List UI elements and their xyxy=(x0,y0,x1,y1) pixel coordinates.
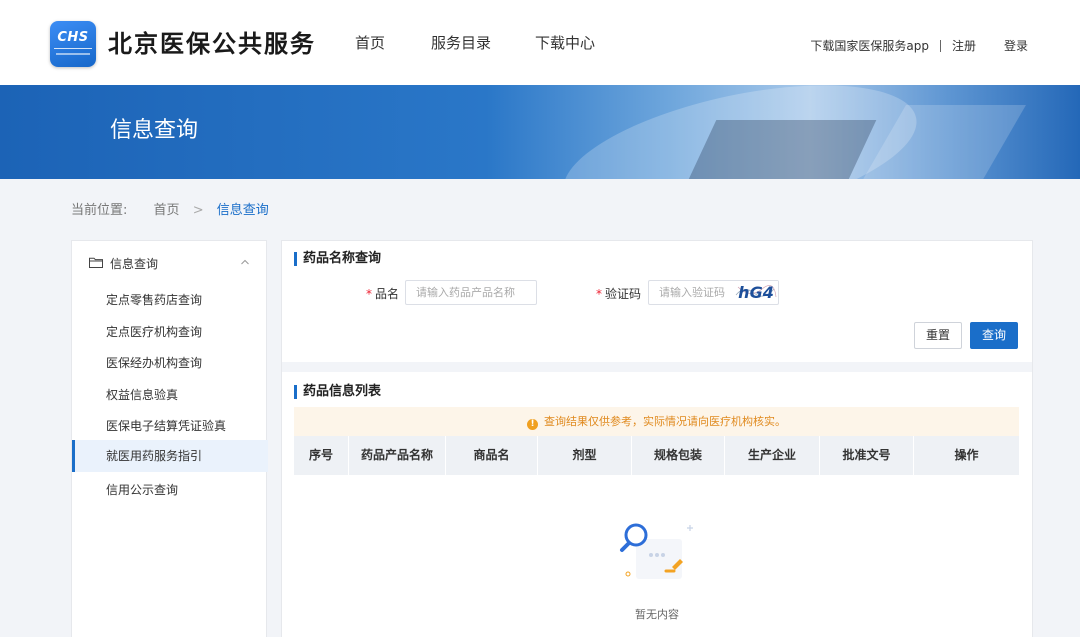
column-header-actions: 操作 xyxy=(954,448,979,462)
list-section-title: 药品信息列表 xyxy=(294,383,381,401)
required-mark: * xyxy=(366,287,372,301)
site-header: CHS 北京医保公共服务 首页 服务目录 下载中心 下载国家医保服务app 注册… xyxy=(0,0,1080,85)
column-header-manufacturer: 生产企业 xyxy=(725,436,820,475)
nav-download-center[interactable]: 下载中心 xyxy=(535,33,595,53)
column-header-product-name: 药品产品名称 xyxy=(349,436,446,475)
section-divider xyxy=(282,362,1032,372)
captcha-text: hG4 xyxy=(738,283,774,302)
link-separator xyxy=(939,40,941,52)
sidebar-item-medical-institution[interactable]: 定点医疗机构查询 xyxy=(72,316,268,348)
breadcrumb: 当前位置: 首页 > 信息查询 xyxy=(71,202,269,220)
breadcrumb-arrow: > xyxy=(192,203,204,218)
logo-stripe-2 xyxy=(56,53,90,55)
logo-text: CHS xyxy=(57,30,89,45)
sidebar-item-insurance-agency[interactable]: 医保经办机构查询 xyxy=(72,347,268,379)
sidebar: 信息查询 定点零售药店查询 定点医疗机构查询 医保经办机构查询 权益信息验真 医… xyxy=(71,240,268,637)
sidebar-item-retail-pharmacy[interactable]: 定点零售药店查询 xyxy=(72,284,268,316)
main-panel: 药品名称查询 *品名 *验证码 hG4 重置 查询 药品信息列表 !查询结果仅供… xyxy=(281,240,1033,637)
warning-icon: ! xyxy=(527,419,538,430)
name-label-text: 品名 xyxy=(375,287,400,301)
sidebar-item-credit-disclosure[interactable]: 信用公示查询 xyxy=(72,474,268,506)
site-title: 北京医保公共服务 xyxy=(108,30,316,58)
name-field-label: * 品名 xyxy=(366,285,399,303)
nav-service-catalog[interactable]: 服务目录 xyxy=(431,33,491,53)
empty-state-text: 暂无内容 xyxy=(635,608,679,621)
banner-title: 信息查询 xyxy=(110,118,199,143)
download-app-link[interactable]: 下载国家医保服务app xyxy=(810,38,929,54)
breadcrumb-current: 信息查询 xyxy=(216,203,269,218)
sidebar-item-rights-verify[interactable]: 权益信息验真 xyxy=(72,379,268,411)
query-button[interactable]: 查询 xyxy=(970,322,1018,349)
notice-text: 查询结果仅供参考，实际情况请向医疗机构核实。 xyxy=(544,415,786,428)
column-header-approval-number: 批准文号 xyxy=(820,436,914,475)
chevron-up-icon[interactable] xyxy=(240,258,250,266)
column-header-specification: 规格包装 xyxy=(632,436,725,475)
sidebar-group-label: 信息查询 xyxy=(110,257,159,271)
nav-home[interactable]: 首页 xyxy=(355,33,385,53)
captcha-image[interactable]: hG4 xyxy=(734,281,778,303)
empty-state-illustration xyxy=(620,523,693,579)
breadcrumb-label: 当前位置: xyxy=(71,203,128,218)
drug-name-input[interactable] xyxy=(405,280,537,305)
notice-bar: ! 查询结果仅供参考，实际情况请向医疗机构核实。 xyxy=(294,407,1019,436)
captcha-field-label: * 验证码 xyxy=(596,285,641,303)
logo-stripe xyxy=(54,48,92,51)
column-header-trade-name: 商品名 xyxy=(446,436,538,475)
column-header-dosage-form: 剂型 xyxy=(538,436,632,475)
folder-icon xyxy=(89,257,103,268)
login-link[interactable]: 登录 xyxy=(1004,38,1028,54)
captcha-label-text: 验证码 xyxy=(605,287,642,301)
chs-logo[interactable]: CHS xyxy=(50,21,96,67)
sidebar-item-medication-guide[interactable]: 就医用药服务指引 xyxy=(72,440,268,472)
sidebar-group-header[interactable]: 信息查询 xyxy=(72,241,268,287)
reset-button[interactable]: 重置 xyxy=(914,322,962,349)
register-link[interactable]: 注册 xyxy=(952,38,976,54)
required-mark: * xyxy=(596,287,602,301)
table-header: 序号 药品产品名称 商品名 剂型 规格包装 生产企业 批准文号 操作 xyxy=(294,436,1019,475)
breadcrumb-home[interactable]: 首页 xyxy=(154,203,180,218)
top-links: 下载国家医保服务app 注册 登录 xyxy=(810,38,1028,54)
column-header-index: 序号 xyxy=(294,436,349,475)
search-section-title: 药品名称查询 xyxy=(294,250,381,268)
banner-keyboard-image-part xyxy=(683,120,877,179)
sidebar-item-e-voucher-verify[interactable]: 医保电子结算凭证验真 xyxy=(72,410,268,442)
